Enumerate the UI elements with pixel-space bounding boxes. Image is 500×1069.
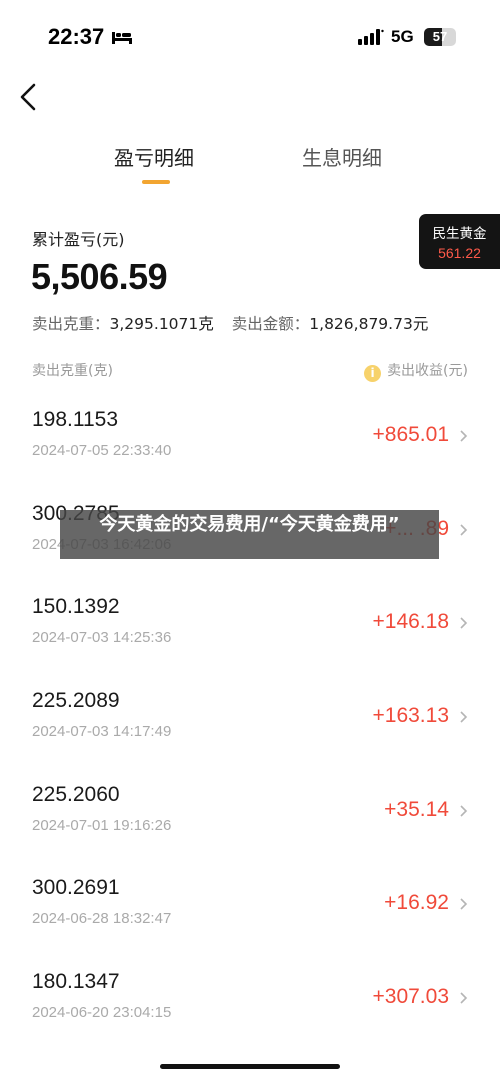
trade-profit: +146.18 — [372, 610, 450, 633]
network-label: 5G — [391, 27, 414, 46]
trade-time: 2024-07-05 22:33:40 — [32, 442, 172, 459]
tab-profit-loss-detail[interactable]: 盈亏明细 — [114, 142, 194, 171]
battery-percent: 57 — [432, 29, 448, 44]
summary-stats: 卖出克重：3,295.1071克 卖出金额：1,826,879.73元 — [32, 312, 446, 334]
status-bar: 22:37 5G 57 — [0, 0, 500, 74]
home-indicator[interactable] — [160, 1064, 340, 1069]
badge-title: 民生黄金 — [432, 226, 487, 242]
watermark-text: 今天黄金的交易费用/“今天黄金费用” — [99, 514, 400, 535]
trade-time: 2024-07-01 19:16:26 — [32, 817, 172, 834]
list-item[interactable]: 225.2060 2024-07-01 19:16:26 +35.14 — [0, 763, 500, 857]
sold-amount-label: 卖出金额： — [231, 315, 310, 333]
trade-time: 2024-06-20 23:04:15 — [32, 1004, 172, 1021]
trade-profit: +865.01 — [372, 423, 450, 446]
chevron-right-icon — [460, 992, 468, 1004]
status-time: 22:37 — [48, 24, 105, 49]
list-item[interactable]: 300.2691 2024-06-28 18:32:47 +16.92 — [0, 856, 500, 950]
sold-weight-label: 卖出克重： — [32, 315, 110, 333]
chevron-right-icon — [460, 430, 468, 442]
trade-profit: +307.03 — [372, 985, 450, 1008]
list-item[interactable]: 150.1392 2024-07-03 14:25:36 +146.18 — [0, 575, 500, 669]
trade-weight: 300.2691 — [32, 876, 120, 899]
column-header-profit-label: 卖出收益(元) — [387, 363, 468, 379]
chevron-right-icon — [460, 524, 468, 536]
list-header: 卖出克重(克) i 卖出收益(元) — [32, 360, 468, 382]
tab-interest-detail[interactable]: 生息明细 — [302, 142, 382, 171]
chevron-left-icon — [20, 83, 36, 111]
trade-weight: 225.2089 — [32, 689, 120, 712]
info-icon[interactable]: i — [364, 365, 382, 382]
trade-profit: +163.13 — [372, 704, 450, 727]
gold-price-badge[interactable]: 民生黄金 561.22 — [419, 214, 500, 269]
trade-weight: 198.1153 — [32, 408, 119, 431]
badge-price: 561.22 — [438, 245, 481, 261]
chevron-right-icon — [460, 805, 468, 817]
trade-weight: 150.1392 — [32, 595, 120, 618]
tab-bar: 盈亏明细 生息明细 — [0, 142, 500, 190]
trade-time: 2024-06-28 18:32:47 — [32, 910, 172, 927]
watermark-banner: 今天黄金的交易费用/“今天黄金费用” — [60, 510, 439, 559]
sold-weight-value: 3,295.1071克 — [109, 315, 214, 333]
column-header-weight: 卖出克重(克) — [32, 363, 113, 379]
trade-profit: +35.14 — [384, 798, 449, 821]
chevron-right-icon — [460, 617, 468, 629]
column-header-profit: i 卖出收益(元) — [364, 360, 468, 382]
summary-label: 累计盈亏(元) — [32, 230, 125, 249]
bed-icon — [112, 32, 132, 44]
trade-weight: 180.1347 — [32, 970, 120, 993]
signal-icon — [358, 29, 384, 45]
trade-profit: +16.92 — [384, 891, 449, 914]
trade-time: 2024-07-03 14:25:36 — [32, 629, 172, 646]
active-tab-indicator — [142, 180, 170, 184]
chevron-right-icon — [460, 711, 468, 723]
chevron-right-icon — [460, 898, 468, 910]
trade-time: 2024-07-03 14:17:49 — [32, 723, 172, 740]
trade-weight: 225.2060 — [32, 783, 120, 806]
list-item[interactable]: 198.1153 2024-07-05 22:33:40 +865.01 — [0, 388, 500, 482]
back-button[interactable] — [14, 80, 44, 114]
sold-amount-value: 1,826,879.73元 — [309, 315, 429, 333]
battery-icon: 57 — [424, 28, 456, 46]
list-item[interactable]: 225.2089 2024-07-03 14:17:49 +163.13 — [0, 669, 500, 763]
summary-total: 5,506.59 — [31, 256, 168, 297]
list-item[interactable]: 180.1347 2024-06-20 23:04:15 +307.03 — [0, 950, 500, 1044]
